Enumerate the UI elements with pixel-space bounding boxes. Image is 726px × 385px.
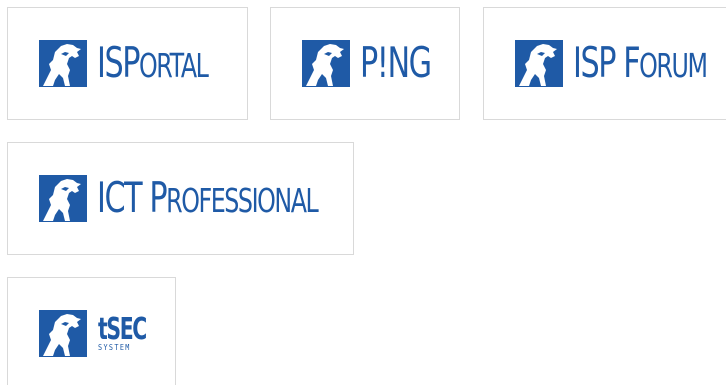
tsec-subtitle: SYSTEM [98, 343, 131, 352]
ping-logo-card[interactable]: P! NG [270, 7, 460, 120]
ping-wordmark: P! NG [360, 38, 432, 87]
lion-emblem-icon [39, 310, 87, 357]
lion-emblem-icon [302, 40, 350, 87]
lion-emblem-icon [39, 40, 87, 87]
tsec-system-logo-card[interactable]: tSEC SYSTEM [7, 277, 176, 385]
tsec-title: tSEC [98, 312, 147, 347]
tsec-wordmark: tSEC SYSTEM [98, 312, 168, 353]
isp-forum-wordmark: ISP F ORUM [573, 38, 708, 87]
lion-emblem-icon [515, 40, 563, 87]
isportal-logo-card[interactable]: IS P ORTAL [7, 7, 248, 120]
isportal-wordmark: IS P ORTAL [97, 38, 209, 87]
ict-professional-wordmark: ICT P ROFESSIONAL [97, 173, 319, 222]
isp-forum-logo-card[interactable]: ISP F ORUM [483, 7, 726, 120]
lion-emblem-icon [39, 175, 87, 222]
ict-professional-logo-card[interactable]: ICT P ROFESSIONAL [7, 142, 354, 255]
